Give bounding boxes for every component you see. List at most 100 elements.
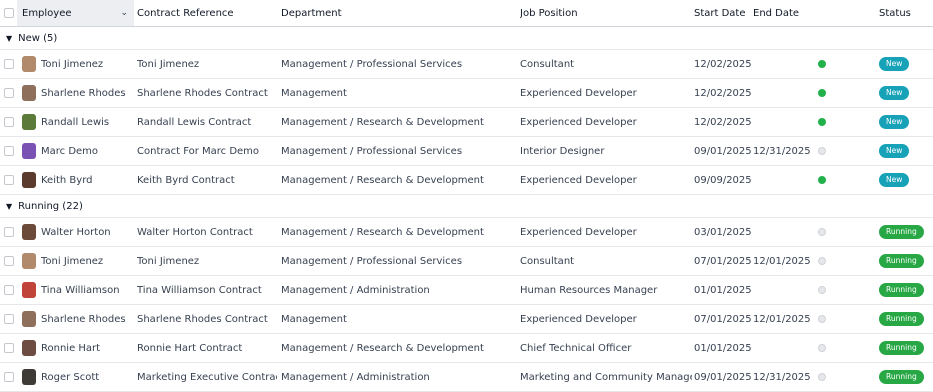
employee-cell[interactable]: Marc Demo (22, 137, 137, 165)
employee-cell[interactable]: Roger Scott (22, 363, 137, 391)
group-row[interactable]: ▼ Running (22) (0, 195, 933, 218)
select-all-checkbox[interactable] (3, 8, 14, 18)
table-row[interactable]: Ronnie Hart Ronnie Hart Contract Managemen… (0, 334, 933, 363)
job-position-text: Human Resources Manager (520, 284, 658, 296)
end-date-text: 12/31/2025 (753, 145, 811, 157)
kanban-state-dot[interactable] (818, 89, 826, 97)
start-date: 01/01/2025 (694, 276, 752, 304)
column-header-status[interactable]: Status (879, 0, 933, 26)
table-row[interactable]: Sharlene Rhodes Sharlene Rhodes Contract M… (0, 305, 933, 334)
contract-reference-text: Sharlene Rhodes Contract (137, 313, 268, 325)
column-header-department-label: Department (281, 7, 342, 19)
column-header-start-date[interactable]: Start Date (694, 0, 752, 26)
kanban-state-dot[interactable] (818, 228, 826, 236)
job-position-text: Interior Designer (520, 145, 605, 157)
employee-cell[interactable]: Toni Jimenez (22, 247, 137, 275)
employee-cell[interactable]: Randall Lewis (22, 108, 137, 136)
chevron-down-icon[interactable]: ⌄ (120, 8, 128, 18)
employee-cell[interactable]: Ronnie Hart (22, 334, 137, 362)
avatar (22, 85, 36, 101)
column-header-employee[interactable]: Employee ⌄ (17, 0, 134, 26)
table-row[interactable]: Keith Byrd Keith Byrd Contract Management … (0, 166, 933, 195)
column-header-job-position[interactable]: Job Position (520, 0, 690, 26)
caret-down-icon[interactable]: ▼ (6, 34, 12, 43)
status-cell: Running (879, 247, 933, 275)
row-checkbox[interactable] (3, 227, 14, 237)
column-header-department[interactable]: Department (281, 0, 511, 26)
row-checkbox[interactable] (3, 88, 14, 98)
department: Management / Administration (281, 363, 516, 391)
row-checkbox[interactable] (3, 175, 14, 185)
job-position: Consultant (520, 50, 692, 78)
start-date: 03/01/2025 (694, 218, 752, 246)
status-badge: Running (879, 341, 924, 355)
job-position: Human Resources Manager (520, 276, 692, 304)
row-checkbox[interactable] (3, 285, 14, 295)
table-row[interactable]: Sharlene Rhodes Sharlene Rhodes Contract M… (0, 79, 933, 108)
employee-cell[interactable]: Toni Jimenez (22, 50, 137, 78)
department: Management / Professional Services (281, 247, 516, 275)
avatar (22, 56, 36, 72)
employee-name: Sharlene Rhodes (41, 87, 126, 99)
employee-cell[interactable]: Sharlene Rhodes (22, 305, 137, 333)
employee-cell[interactable]: Tina Williamson (22, 276, 137, 304)
kanban-state-cell (818, 363, 830, 391)
employee-name: Sharlene Rhodes (41, 313, 126, 325)
end-date (753, 50, 811, 78)
column-header-job-position-label: Job Position (520, 7, 578, 19)
contract-reference: Sharlene Rhodes Contract (137, 305, 277, 333)
employee-cell[interactable]: Walter Horton (22, 218, 137, 246)
kanban-state-dot[interactable] (818, 286, 826, 294)
table-row[interactable]: Marc Demo Contract For Marc Demo Managemen… (0, 137, 933, 166)
row-checkbox[interactable] (3, 372, 14, 382)
column-header-end-date-label: End Date (753, 7, 800, 19)
kanban-state-dot[interactable] (818, 176, 826, 184)
kanban-state-dot[interactable] (818, 315, 826, 323)
kanban-state-dot[interactable] (818, 118, 826, 126)
job-position-text: Experienced Developer (520, 174, 637, 186)
end-date (753, 334, 811, 362)
end-date-text: 12/01/2025 (753, 313, 811, 325)
group-header[interactable]: ▼ New (5) (6, 27, 306, 49)
kanban-state-dot[interactable] (818, 257, 826, 265)
kanban-state-dot[interactable] (818, 344, 826, 352)
job-position-text: Marketing and Community Manager (520, 371, 692, 383)
kanban-state-dot[interactable] (818, 60, 826, 68)
table-row[interactable]: Toni Jimenez Toni Jimenez Management / Pro… (0, 50, 933, 79)
row-checkbox[interactable] (3, 343, 14, 353)
employee-cell[interactable]: Keith Byrd (22, 166, 137, 194)
group-header[interactable]: ▼ Running (22) (6, 195, 306, 217)
job-position: Experienced Developer (520, 108, 692, 136)
table-row[interactable]: Randall Lewis Randall Lewis Contract Manag… (0, 108, 933, 137)
kanban-state-cell (818, 137, 830, 165)
table-row[interactable]: Walter Horton Walter Horton Contract Manag… (0, 218, 933, 247)
contract-reference-text: Walter Horton Contract (137, 226, 253, 238)
contract-reference: Keith Byrd Contract (137, 166, 277, 194)
contract-reference-text: Randall Lewis Contract (137, 116, 252, 128)
caret-down-icon[interactable]: ▼ (6, 202, 12, 211)
table-row[interactable]: Tina Williamson Tina Williamson Contract M… (0, 276, 933, 305)
contract-reference: Contract For Marc Demo (137, 137, 277, 165)
employee-name: Roger Scott (41, 371, 100, 383)
kanban-state-cell (818, 79, 830, 107)
employee-cell[interactable]: Sharlene Rhodes (22, 79, 137, 107)
status-cell: New (879, 137, 933, 165)
column-header-end-date[interactable]: End Date (753, 0, 811, 26)
group-row[interactable]: ▼ New (5) (0, 27, 933, 50)
start-date-text: 12/02/2025 (694, 87, 752, 99)
row-checkbox[interactable] (3, 314, 14, 324)
column-header-contract-reference[interactable]: Contract Reference (137, 0, 277, 26)
contract-reference: Tina Williamson Contract (137, 276, 277, 304)
row-checkbox[interactable] (3, 117, 14, 127)
contract-reference-text: Sharlene Rhodes Contract (137, 87, 268, 99)
table-row[interactable]: Toni Jimenez Toni Jimenez Management / Pro… (0, 247, 933, 276)
kanban-state-dot[interactable] (818, 373, 826, 381)
row-checkbox[interactable] (3, 146, 14, 156)
avatar (22, 340, 36, 356)
select-all-cell (0, 0, 17, 26)
start-date: 01/01/2025 (694, 334, 752, 362)
kanban-state-dot[interactable] (818, 147, 826, 155)
row-checkbox[interactable] (3, 256, 14, 266)
row-checkbox[interactable] (3, 59, 14, 69)
start-date: 12/02/2025 (694, 108, 752, 136)
